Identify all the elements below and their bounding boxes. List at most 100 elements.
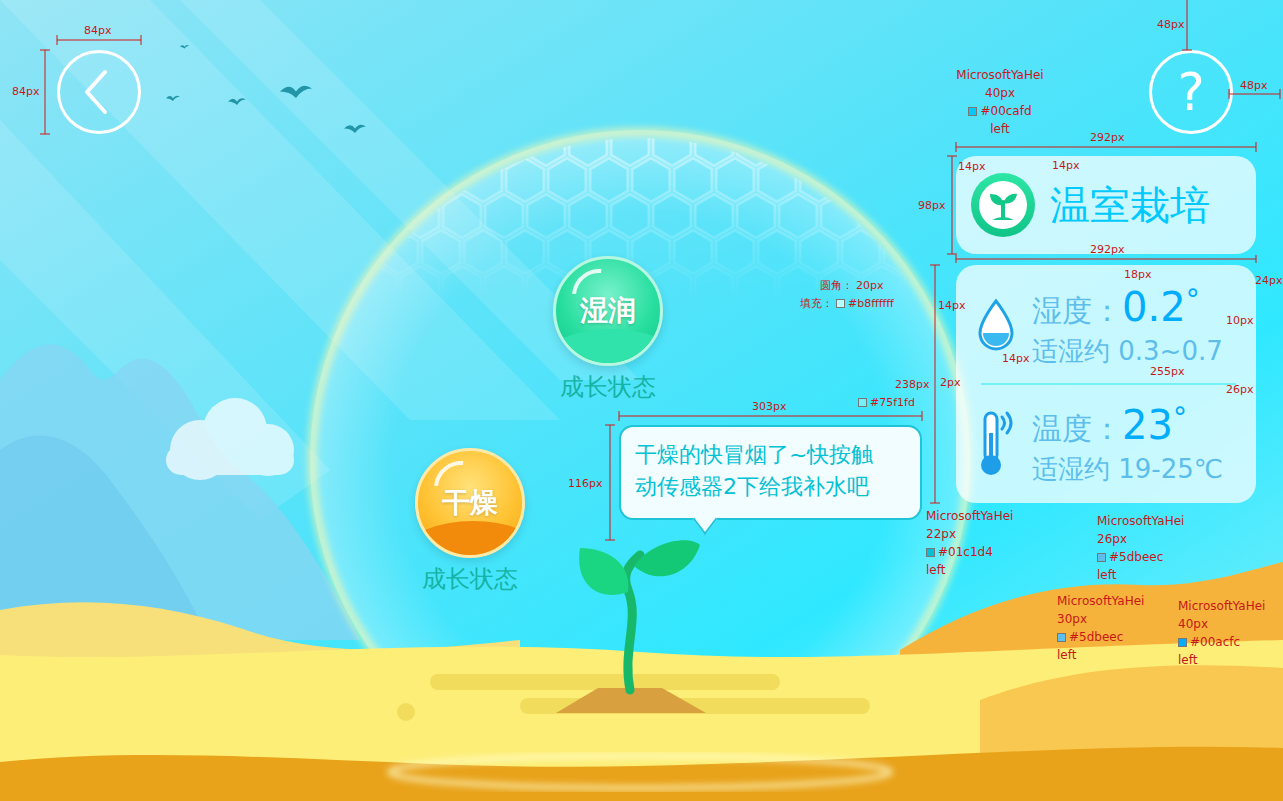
- dimension-label: 255px: [1150, 365, 1185, 378]
- dimension-label: 2px: [940, 376, 961, 389]
- readings-card: 湿度：0.2°适湿约 0.3~0.7温度：23°适湿约 19-25℃: [956, 265, 1256, 503]
- reading-text: 湿度：0.2°适湿约 0.3~0.7: [1032, 283, 1223, 367]
- measure-guides: [0, 0, 1283, 801]
- dimension-label: 24px: [1255, 274, 1283, 287]
- sprout: [556, 540, 706, 713]
- speech-bubble: 干燥的快冒烟了~快按触动传感器2下给我补水吧: [619, 425, 922, 520]
- back-button[interactable]: [57, 50, 141, 134]
- spec-font: MicrosoftYaHei: [1057, 592, 1144, 610]
- spec-align: left: [1178, 651, 1265, 669]
- spec-font: MicrosoftYaHei: [1097, 512, 1184, 530]
- droplet-icon: [974, 297, 1018, 353]
- font-spec-note: MicrosoftYaHei40px#00cafdleft: [930, 66, 1070, 138]
- font-spec-note: MicrosoftYaHei26px#5dbeecleft: [1097, 512, 1184, 584]
- color-swatch: [926, 548, 935, 557]
- spec-font: MicrosoftYaHei: [956, 66, 1043, 84]
- dimension-label: 48px: [1240, 79, 1268, 92]
- spec-color: #5dbeec: [1097, 548, 1184, 566]
- color-swatch: [1097, 553, 1106, 562]
- info-panel: 温室栽培湿度：0.2°适湿约 0.3~0.7温度：23°适湿约 19-25℃: [956, 156, 1256, 503]
- style-note: 填充： #b8ffffff: [800, 296, 894, 311]
- color-swatch: [836, 299, 845, 308]
- dimension-label: 14px: [1002, 352, 1030, 365]
- reading-unit: °: [1173, 401, 1187, 435]
- spec-font: MicrosoftYaHei: [926, 507, 1013, 525]
- dimension-label: 18px: [1124, 268, 1152, 281]
- reading-icon-box: [974, 297, 1018, 353]
- reading-main: 温度：23°: [1032, 401, 1223, 453]
- bubble-text: 干燥的快冒烟了~快按触动传感器2下给我补水吧: [635, 439, 885, 503]
- dimension-label: 238px: [895, 378, 930, 391]
- color-swatch: [1178, 638, 1187, 647]
- reading-text: 温度：23°适湿约 19-25℃: [1032, 401, 1223, 485]
- state-ball[interactable]: 湿润: [553, 256, 663, 366]
- style-note: #75f1fd: [858, 395, 915, 410]
- reading-value: 23: [1122, 401, 1173, 449]
- greenhouse-screen: ?湿润成长状态干燥成长状态干燥的快冒烟了~快按触动传感器2下给我补水吧温室栽培湿…: [0, 0, 1283, 801]
- spec-font: MicrosoftYaHei: [1178, 597, 1265, 615]
- reading-main: 湿度：0.2°: [1032, 283, 1223, 335]
- color-swatch: [1057, 633, 1066, 642]
- growth-state[interactable]: 湿润成长状态: [528, 256, 688, 402]
- dimension-label: 98px: [918, 199, 946, 212]
- growth-state[interactable]: 干燥成长状态: [390, 448, 550, 594]
- dimension-label: 26px: [1226, 383, 1254, 396]
- spec-size: 40px: [985, 84, 1015, 102]
- spec-color: #00cafd: [968, 102, 1031, 120]
- reading-label: 温度：: [1032, 405, 1122, 453]
- note-label: 填充：: [800, 296, 833, 311]
- spec-align: left: [1057, 646, 1144, 664]
- spec-size: 22px: [926, 525, 1013, 543]
- chevron-left-icon: [57, 50, 141, 134]
- spec-color: #5dbeec: [1057, 628, 1144, 646]
- font-spec-note: MicrosoftYaHei40px#00acfcleft: [1178, 597, 1265, 669]
- spec-align: left: [990, 120, 1009, 138]
- font-spec-note: MicrosoftYaHei22px#01c1d4left: [926, 507, 1013, 579]
- reading-icon-box: [974, 407, 1018, 479]
- spec-align: left: [1097, 566, 1184, 584]
- mountains: [0, 345, 360, 640]
- spec-align: left: [926, 561, 1013, 579]
- sprout-logo-icon: [970, 172, 1036, 238]
- spec-color: #00acfc: [1178, 633, 1265, 651]
- note-value: #b8ffffff: [848, 296, 894, 311]
- title-card: 温室栽培: [956, 156, 1256, 254]
- dimension-label: 292px: [1090, 243, 1125, 256]
- sky: [0, 0, 1283, 801]
- spec-size: 40px: [1178, 615, 1265, 633]
- reading-label: 湿度：: [1032, 287, 1122, 335]
- reading-range: 适湿约 19-25℃: [1032, 453, 1223, 485]
- title-text: 温室栽培: [1050, 181, 1210, 229]
- state-ball[interactable]: 干燥: [415, 448, 525, 558]
- dimension-label: 84px: [12, 85, 40, 98]
- ground: [0, 562, 1283, 801]
- state-label: 湿润: [580, 294, 636, 328]
- dimension-label: 292px: [1090, 131, 1125, 144]
- dimension-label: 14px: [1052, 159, 1080, 172]
- reading-range: 适湿约 0.3~0.7: [1032, 335, 1223, 367]
- dimension-label: 303px: [752, 400, 787, 413]
- dimension-label: 116px: [568, 477, 603, 490]
- state-label: 干燥: [442, 486, 498, 520]
- state-caption: 成长状态: [560, 372, 656, 402]
- font-spec-note: MicrosoftYaHei30px#5dbeecleft: [1057, 592, 1144, 664]
- dimension-label: 14px: [958, 160, 986, 173]
- dimension-label: 48px: [1157, 18, 1185, 31]
- reading-unit: °: [1186, 283, 1200, 317]
- birds: [166, 45, 366, 133]
- spec-color: #01c1d4: [926, 543, 1013, 561]
- note-value: #75f1fd: [870, 395, 915, 410]
- color-swatch: [858, 398, 867, 407]
- state-caption: 成长状态: [422, 564, 518, 594]
- note-label: 圆角：: [820, 278, 853, 293]
- dimension-label: 14px: [938, 299, 966, 312]
- dimension-label: 10px: [1226, 314, 1254, 327]
- help-button[interactable]: ?: [1149, 50, 1233, 134]
- spec-size: 30px: [1057, 610, 1144, 628]
- dimension-label: 84px: [84, 24, 112, 37]
- note-value: 20px: [856, 278, 884, 293]
- divider: [981, 383, 1236, 385]
- color-swatch: [968, 107, 977, 116]
- thermometer-icon: [974, 407, 1018, 479]
- spec-size: 26px: [1097, 530, 1184, 548]
